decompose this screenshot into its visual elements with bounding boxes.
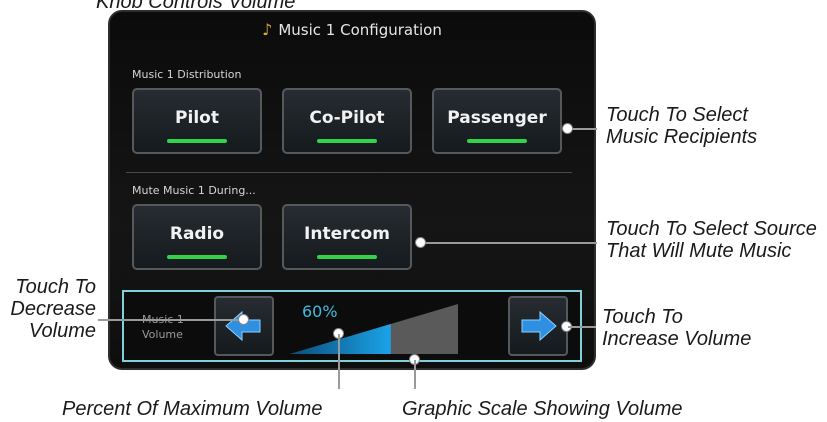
volume-control-row: Music 1 Volume 60% <box>122 290 582 362</box>
volume-scale-graphic <box>290 304 458 354</box>
arrow-right-icon <box>521 310 557 342</box>
volume-label: Music 1 Volume <box>126 296 212 356</box>
music-note-icon: ♪ <box>262 20 273 39</box>
passenger-button-label: Passenger <box>447 108 547 128</box>
intercom-button[interactable]: Intercom <box>282 204 412 270</box>
callout-line-mute <box>420 242 597 244</box>
co-pilot-button[interactable]: Co-Pilot <box>282 88 412 154</box>
callout-scale: Graphic Scale Showing Volume <box>402 398 683 420</box>
callout-decrease: Touch To Decrease Volume <box>10 276 96 342</box>
callout-increase: Touch To Increase Volume <box>602 306 752 350</box>
radio-active-indicator <box>167 255 227 259</box>
passenger-active-indicator <box>467 139 527 143</box>
intercom-button-label: Intercom <box>304 224 390 244</box>
passenger-button[interactable]: Passenger <box>432 88 562 154</box>
callout-dot-recipients <box>562 123 573 134</box>
intercom-active-indicator <box>317 255 377 259</box>
screen-header: ♪ Music 1 Configuration <box>110 12 594 48</box>
increase-volume-button[interactable] <box>508 296 568 356</box>
volume-label-line2: Volume <box>142 328 183 341</box>
arrow-left-icon <box>225 310 261 342</box>
screen-title: Music 1 Configuration <box>278 21 442 39</box>
distribution-section-label: Music 1 Distribution <box>132 68 242 81</box>
volume-scale-area: 60% <box>280 300 494 356</box>
pilot-button[interactable]: Pilot <box>132 88 262 154</box>
callout-dot-mute <box>415 237 426 248</box>
radio-button-label: Radio <box>169 224 225 244</box>
radio-button[interactable]: Radio <box>132 204 262 270</box>
callout-line-increase <box>568 326 596 328</box>
callout-mute-source: Touch To Select Source That Will Mute Mus… <box>606 218 817 262</box>
callout-recipients: Touch To Select Music Recipients <box>606 104 758 148</box>
callout-dot-decrease <box>238 314 249 325</box>
callout-line-decrease <box>98 319 243 321</box>
mute-section-label: Mute Music 1 During... <box>132 184 256 197</box>
callout-line-percent <box>338 334 340 389</box>
music-configuration-screen: ♪ Music 1 Configuration Music 1 Distribut… <box>108 10 596 370</box>
decrease-volume-button[interactable] <box>214 296 274 356</box>
callout-percent: Percent Of Maximum Volume <box>62 398 323 420</box>
section-divider <box>126 172 572 173</box>
co-pilot-button-label: Co-Pilot <box>309 108 385 128</box>
pilot-active-indicator <box>167 139 227 143</box>
pilot-button-label: Pilot <box>175 108 219 128</box>
co-pilot-active-indicator <box>317 139 377 143</box>
callout-line-scale <box>414 360 416 389</box>
